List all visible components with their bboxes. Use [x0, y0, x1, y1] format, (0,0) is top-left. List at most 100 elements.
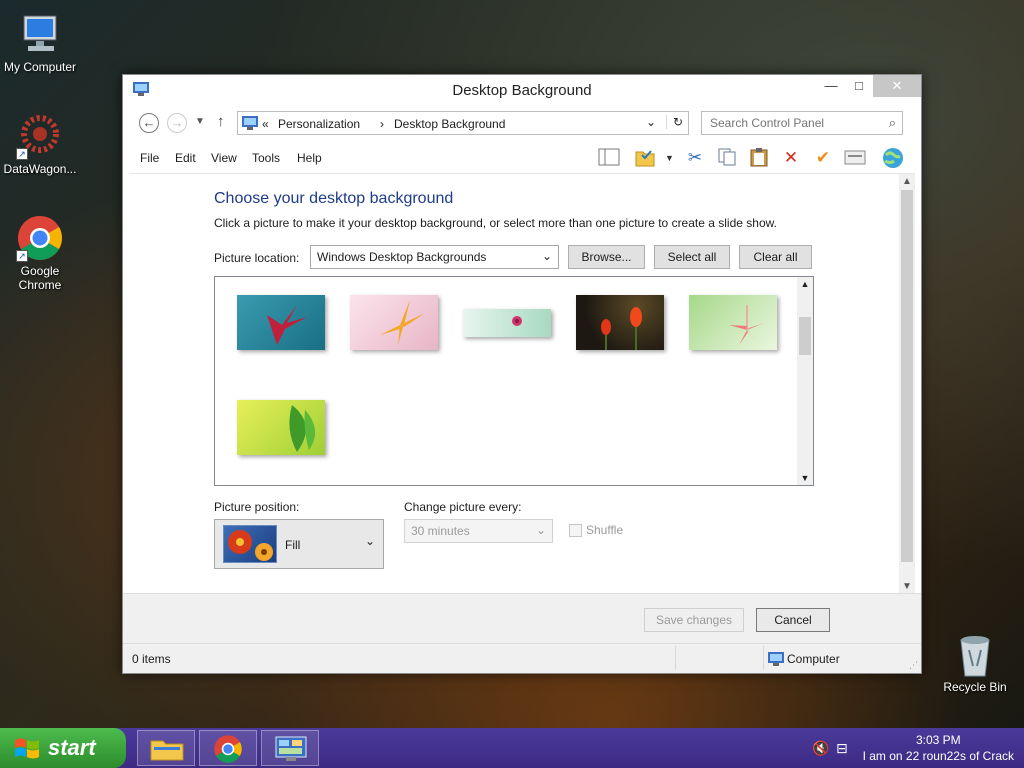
- chevron-down-icon: ⌄: [364, 534, 375, 548]
- wallpaper-thumbnail[interactable]: [350, 295, 438, 350]
- menu-help[interactable]: Help: [297, 151, 322, 165]
- address-overflow[interactable]: «: [262, 117, 269, 131]
- search-input[interactable]: [708, 113, 878, 133]
- status-item-count: 0 items: [132, 652, 171, 666]
- wallpaper-thumbnail[interactable]: [237, 400, 325, 455]
- picture-location-label: Picture location:: [214, 251, 300, 265]
- refresh-button[interactable]: ↻: [666, 115, 683, 129]
- clear-all-button[interactable]: Clear all: [739, 245, 812, 269]
- minimize-button[interactable]: —: [817, 75, 845, 97]
- layout-icon[interactable]: [597, 147, 621, 169]
- breadcrumb-separator: ›: [380, 117, 384, 131]
- volume-muted-icon[interactable]: 🔇: [812, 740, 829, 757]
- select-all-button[interactable]: Select all: [654, 245, 730, 269]
- back-button[interactable]: ←: [139, 113, 159, 133]
- resize-grip-icon[interactable]: ⋰: [909, 660, 918, 671]
- desktop-icon-label: Recycle Bin: [943, 680, 1007, 694]
- shuffle-label: Shuffle: [586, 523, 624, 537]
- shortcut-arrow-icon: ↗: [16, 250, 28, 262]
- wallpaper-thumbnail[interactable]: [689, 295, 777, 350]
- position-preview-image: [223, 525, 277, 563]
- breadcrumb-desktop-background[interactable]: Desktop Background: [394, 117, 505, 131]
- folder-check-icon[interactable]: [633, 147, 657, 169]
- chevron-down-icon: ⌄: [541, 249, 552, 263]
- status-location: Computer: [787, 652, 840, 666]
- properties-icon[interactable]: [843, 147, 867, 169]
- control-panel-icon: [242, 116, 258, 130]
- save-changes-button[interactable]: Save changes: [644, 608, 744, 632]
- footer-bar: Save changes Cancel: [123, 593, 921, 643]
- browse-button[interactable]: Browse...: [568, 245, 645, 269]
- clock-time: 3:03 PM: [915, 733, 961, 747]
- tray-text: I am on 22 roun22s of Crack: [862, 749, 1014, 763]
- scroll-up-arrow-icon[interactable]: ▲: [899, 176, 915, 187]
- maximize-button[interactable]: □: [845, 75, 873, 97]
- copy-icon[interactable]: [715, 147, 739, 169]
- menu-tools[interactable]: Tools: [252, 151, 280, 165]
- views-chevron-icon[interactable]: ▼: [665, 153, 674, 163]
- menu-file[interactable]: File: [140, 151, 159, 165]
- change-picture-label: Change picture every:: [404, 500, 522, 514]
- desktop-icon-recycle-bin[interactable]: Recycle Bin: [935, 630, 1015, 694]
- status-divider: [763, 646, 764, 670]
- scroll-down-arrow-icon[interactable]: ▼: [797, 473, 813, 483]
- scroll-up-arrow-icon[interactable]: ▲: [797, 279, 813, 289]
- taskbar-chrome[interactable]: [199, 730, 257, 766]
- desktop-icon-google-chrome[interactable]: ↗ Google Chrome: [0, 214, 80, 292]
- address-row: ← → ▼ ↑ « Personalization › Desktop Back…: [133, 111, 911, 137]
- chrome-icon: [214, 735, 242, 763]
- search-icon[interactable]: ⌕: [889, 115, 896, 131]
- picture-location-select[interactable]: Windows Desktop Backgrounds ⌄: [310, 245, 559, 269]
- gallery-scrollbar[interactable]: ▲ ▼: [797, 277, 813, 485]
- address-bar[interactable]: « Personalization › Desktop Background ⌄…: [237, 111, 689, 135]
- picture-location-value: Windows Desktop Backgrounds: [317, 250, 487, 264]
- content-scroll-thumb[interactable]: [901, 190, 913, 562]
- paste-icon[interactable]: [747, 147, 771, 169]
- delete-icon[interactable]: ✕: [779, 147, 803, 169]
- menu-view[interactable]: View: [211, 151, 237, 165]
- computer-icon: [16, 10, 64, 58]
- picture-position-value: Fill: [285, 538, 301, 552]
- chrome-icon: ↗: [16, 214, 64, 262]
- desktop-icon-label: DataWagon...: [3, 162, 77, 176]
- wallpaper-thumbnail[interactable]: [237, 295, 325, 350]
- check-icon[interactable]: ✔: [811, 147, 835, 169]
- content-scrollbar[interactable]: ▲ ▼: [899, 174, 915, 594]
- cut-icon[interactable]: ✂: [683, 147, 707, 169]
- status-divider: [675, 646, 676, 670]
- close-button[interactable]: ✕: [873, 75, 921, 97]
- system-clock[interactable]: 3:03 PM I am on 22 roun22s of Crack: [863, 732, 1014, 764]
- recycle-bin-icon: [951, 630, 999, 678]
- address-dropdown-chevron-icon[interactable]: ⌄: [646, 115, 656, 129]
- picture-position-select[interactable]: Fill ⌄: [214, 519, 384, 569]
- globe-icon[interactable]: [881, 147, 905, 169]
- datawagon-icon: ↗: [16, 112, 64, 160]
- taskbar-control-panel[interactable]: [261, 730, 319, 766]
- title-bar[interactable]: Desktop Background — □ ✕: [123, 75, 921, 105]
- recent-pages-chevron-icon[interactable]: ▼: [195, 116, 205, 127]
- search-box[interactable]: ⌕: [701, 111, 903, 135]
- change-interval-value: 30 minutes: [411, 524, 470, 538]
- start-button[interactable]: start: [0, 728, 126, 768]
- scroll-down-arrow-icon[interactable]: ▼: [899, 581, 915, 592]
- page-heading: Choose your desktop background: [214, 190, 454, 207]
- desktop-icon-my-computer[interactable]: My Computer: [0, 10, 80, 74]
- shortcut-arrow-icon: ↗: [16, 148, 28, 160]
- breadcrumb-personalization[interactable]: Personalization: [278, 117, 360, 131]
- taskbar: start 🔇 ⊟ 3:03 PM I am on 22 roun22s of …: [0, 728, 1024, 768]
- computer-icon: [768, 652, 784, 666]
- file-explorer-icon: [150, 740, 184, 761]
- desktop-icon-datawagon[interactable]: ↗ DataWagon...: [0, 112, 80, 176]
- gallery-scroll-thumb[interactable]: [799, 317, 811, 355]
- shuffle-checkbox[interactable]: [569, 524, 582, 537]
- wallpaper-thumbnail[interactable]: [463, 309, 551, 337]
- status-bar: 0 items Computer ⋰: [123, 643, 921, 673]
- menu-edit[interactable]: Edit: [175, 151, 196, 165]
- cancel-button[interactable]: Cancel: [756, 608, 830, 632]
- network-icon[interactable]: ⊟: [836, 740, 848, 757]
- change-interval-select[interactable]: 30 minutes ⌄: [404, 519, 553, 543]
- up-button[interactable]: ↑: [217, 113, 225, 130]
- forward-button[interactable]: →: [167, 113, 187, 133]
- taskbar-file-explorer[interactable]: [137, 730, 195, 766]
- wallpaper-thumbnail[interactable]: [576, 295, 664, 350]
